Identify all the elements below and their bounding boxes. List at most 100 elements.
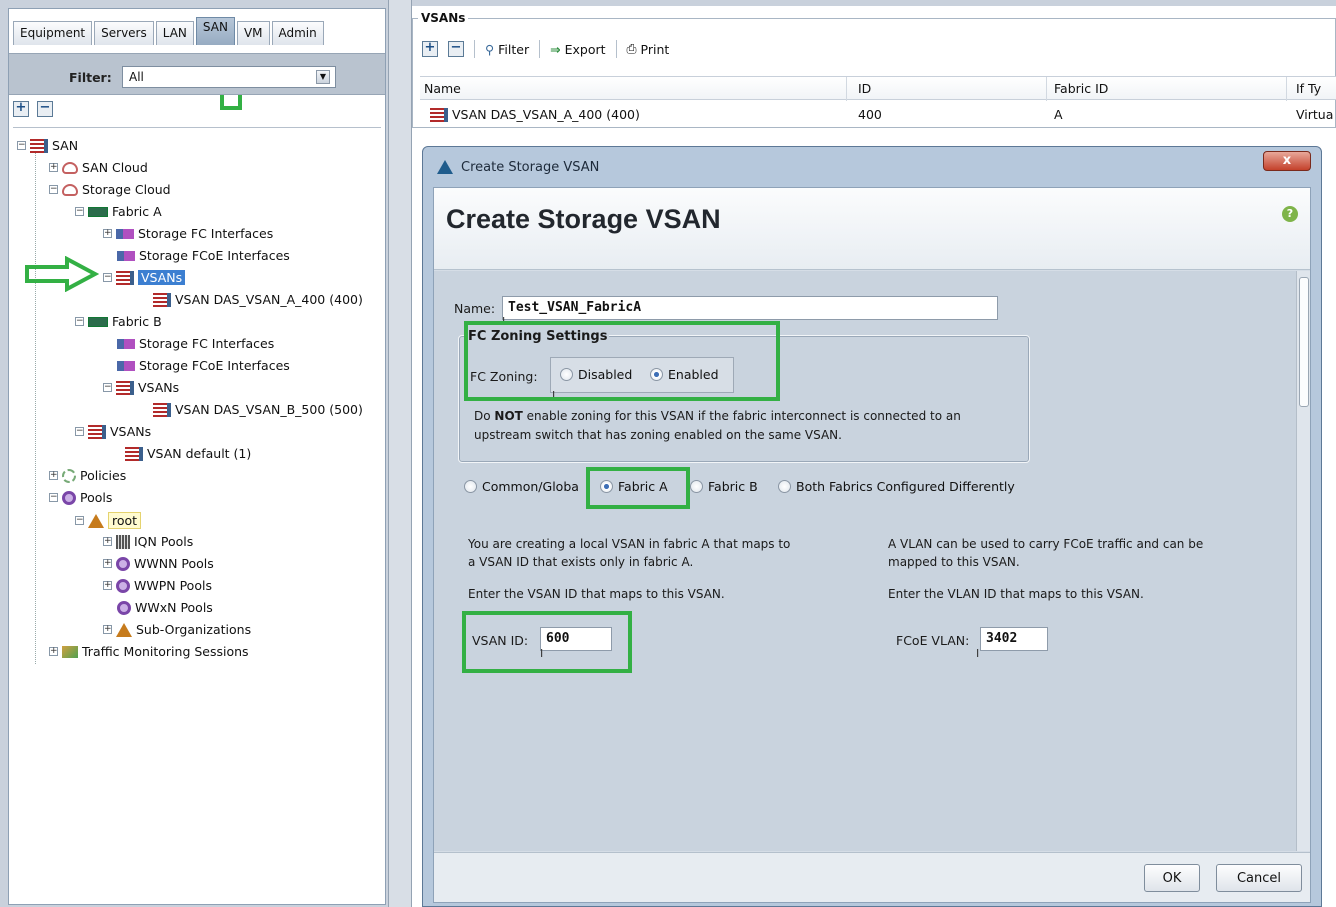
both-fabrics-radio[interactable]: Both Fabrics Configured Differently (778, 479, 1015, 494)
table-row[interactable]: VSAN DAS_VSAN_A_400 (400) 400 A Virtua (420, 104, 1336, 126)
tree-node-storage-cloud[interactable]: − Storage Cloud (49, 182, 171, 197)
tree-label: VSANs (138, 380, 180, 395)
ok-button[interactable]: OK (1144, 864, 1200, 892)
tree-node-vsans-a[interactable]: − VSANs (103, 270, 186, 285)
common-global-radio[interactable]: Common/Globa (464, 479, 579, 494)
tree-node-iqn-pools[interactable]: + IQN Pools (103, 534, 193, 549)
nav-tree: − SAN + SAN Cloud − Storage Cloud − Fabric A… (13, 127, 381, 905)
wwnn-pool-icon (116, 556, 130, 571)
chevron-down-icon[interactable]: ▼ (316, 70, 330, 84)
tree-node-vsans-b[interactable]: − VSANs (103, 380, 179, 395)
tree-label: WWNN Pools (134, 556, 214, 571)
tab-vm[interactable]: VM (236, 21, 270, 45)
tree-label: Storage FC Interfaces (139, 336, 275, 351)
column-header-if-type[interactable]: If Ty (1296, 81, 1321, 96)
radio-label: Both Fabrics Configured Differently (796, 479, 1015, 494)
tree-node-fc-interfaces-b[interactable]: Storage FC Interfaces (117, 336, 274, 351)
tree-node-policies[interactable]: + Policies (49, 468, 126, 483)
text-cursor-icon: Ⅰ (976, 647, 980, 660)
tree-node-wwxn-pools[interactable]: WWxN Pools (117, 600, 213, 615)
tree-node-fcoe-interfaces-b[interactable]: Storage FCoE Interfaces (117, 358, 290, 373)
vsan-icon (116, 380, 134, 395)
tree-node-vsans[interactable]: − VSANs (75, 424, 151, 439)
tree-label: VSANs (110, 424, 152, 439)
filter-value: All (129, 70, 144, 84)
tree-label: Storage FCoE Interfaces (139, 248, 290, 263)
dialog-heading: Create Storage VSAN (446, 204, 721, 234)
tree-node-fabric-b[interactable]: − Fabric B (75, 314, 162, 329)
app-logo-icon (437, 160, 453, 174)
vlan-desc-line1: A VLAN can be used to carry FCoE traffic… (888, 537, 1204, 551)
collapse-all-icon[interactable]: − (37, 101, 53, 117)
radio-label: Fabric B (708, 479, 758, 494)
dialog-titlebar[interactable]: Create Storage VSAN x (423, 147, 1321, 187)
vsan-icon (30, 138, 48, 153)
close-icon[interactable]: x (1263, 151, 1311, 171)
cell-id: 400 (858, 107, 882, 122)
tree-node-pools[interactable]: − Pools (49, 490, 112, 505)
print-button[interactable]: ⎙ Print (627, 41, 670, 57)
tree-node-fabric-a[interactable]: − Fabric A (75, 204, 162, 219)
tab-lan[interactable]: LAN (155, 21, 194, 45)
column-header-id[interactable]: ID (858, 81, 871, 96)
radio-label: Common/Globa (482, 479, 579, 494)
column-header-name[interactable]: Name (424, 81, 461, 96)
tree-node-san-cloud[interactable]: + SAN Cloud (49, 160, 148, 175)
tree-node-root[interactable]: − root (75, 512, 142, 529)
tree-node-san[interactable]: − SAN (17, 138, 78, 153)
filter-button-label: Filter (498, 41, 530, 57)
fc-interface-icon (117, 338, 135, 349)
dialog-content: Create Storage VSAN ? Name: Test_VSAN_Fa… (433, 187, 1311, 903)
tree-label: Storage FC Interfaces (138, 226, 274, 241)
tab-servers[interactable]: Servers (94, 21, 154, 45)
name-input[interactable]: Test_VSAN_FabricA (502, 296, 998, 320)
warning-emphasis: NOT (494, 409, 523, 423)
tree-node-vsan-default[interactable]: VSAN default (1) (125, 446, 251, 461)
fcoe-vlan-input[interactable]: 3402 (980, 627, 1048, 651)
vsan-icon (153, 292, 171, 307)
vsan-icon (430, 107, 448, 122)
filter-select[interactable]: All ▼ (122, 66, 336, 88)
dialog-scrollbar[interactable] (1296, 271, 1310, 851)
tree-node-fc-interfaces-a[interactable]: + Storage FC Interfaces (103, 226, 273, 241)
tree-node-wwnn-pools[interactable]: + WWNN Pools (103, 556, 214, 571)
filter-label: Filter: (69, 70, 112, 85)
column-header-fabric-id[interactable]: Fabric ID (1054, 81, 1108, 96)
tree-node-sub-organizations[interactable]: + Sub-Organizations (103, 622, 251, 637)
tree-node-vsan-b-500[interactable]: VSAN DAS_VSAN_B_500 (500) (153, 402, 363, 417)
filter-icon: ⚲ (485, 41, 495, 57)
pools-icon (62, 490, 76, 505)
create-vsan-dialog: Create Storage VSAN x Create Storage VSA… (422, 146, 1322, 907)
tree-node-fcoe-interfaces-a[interactable]: Storage FCoE Interfaces (117, 248, 290, 263)
pane-splitter[interactable] (388, 0, 412, 907)
tree-node-traffic-monitoring[interactable]: + Traffic Monitoring Sessions (49, 644, 249, 659)
fcoe-interface-icon (117, 360, 135, 371)
tree-label: SAN Cloud (82, 160, 148, 175)
scrollbar-thumb[interactable] (1299, 277, 1309, 407)
fabric-b-radio[interactable]: Fabric B (690, 479, 758, 494)
tree-node-wwpn-pools[interactable]: + WWPN Pools (103, 578, 212, 593)
tab-equipment[interactable]: Equipment (13, 21, 93, 45)
add-icon[interactable]: + (422, 41, 438, 57)
filter-button[interactable]: ⚲ Filter (485, 42, 529, 57)
print-button-label: Print (640, 41, 670, 57)
wwpn-pool-icon (116, 578, 130, 593)
expand-all-icon[interactable]: + (13, 101, 29, 117)
tree-node-vsan-a-400[interactable]: VSAN DAS_VSAN_A_400 (400) (153, 292, 363, 307)
tab-san[interactable]: SAN (195, 17, 235, 45)
cloud-icon (62, 161, 78, 174)
remove-icon[interactable]: − (448, 41, 464, 57)
vsan-desc-line1: You are creating a local VSAN in fabric … (468, 537, 791, 551)
fc-interface-icon (116, 228, 134, 239)
tree-label: Fabric B (112, 314, 162, 329)
export-icon: ⇒ (550, 41, 561, 57)
dialog-header: Create Storage VSAN ? (434, 188, 1310, 270)
export-button[interactable]: ⇒ Export (550, 42, 605, 57)
dialog-footer: OK Cancel (434, 852, 1310, 902)
cancel-button[interactable]: Cancel (1216, 864, 1302, 892)
traffic-monitor-icon (62, 645, 78, 658)
help-icon[interactable]: ? (1282, 206, 1298, 222)
printer-icon: ⎙ (626, 41, 637, 56)
tab-admin[interactable]: Admin (271, 21, 324, 45)
name-label: Name: (454, 301, 496, 316)
